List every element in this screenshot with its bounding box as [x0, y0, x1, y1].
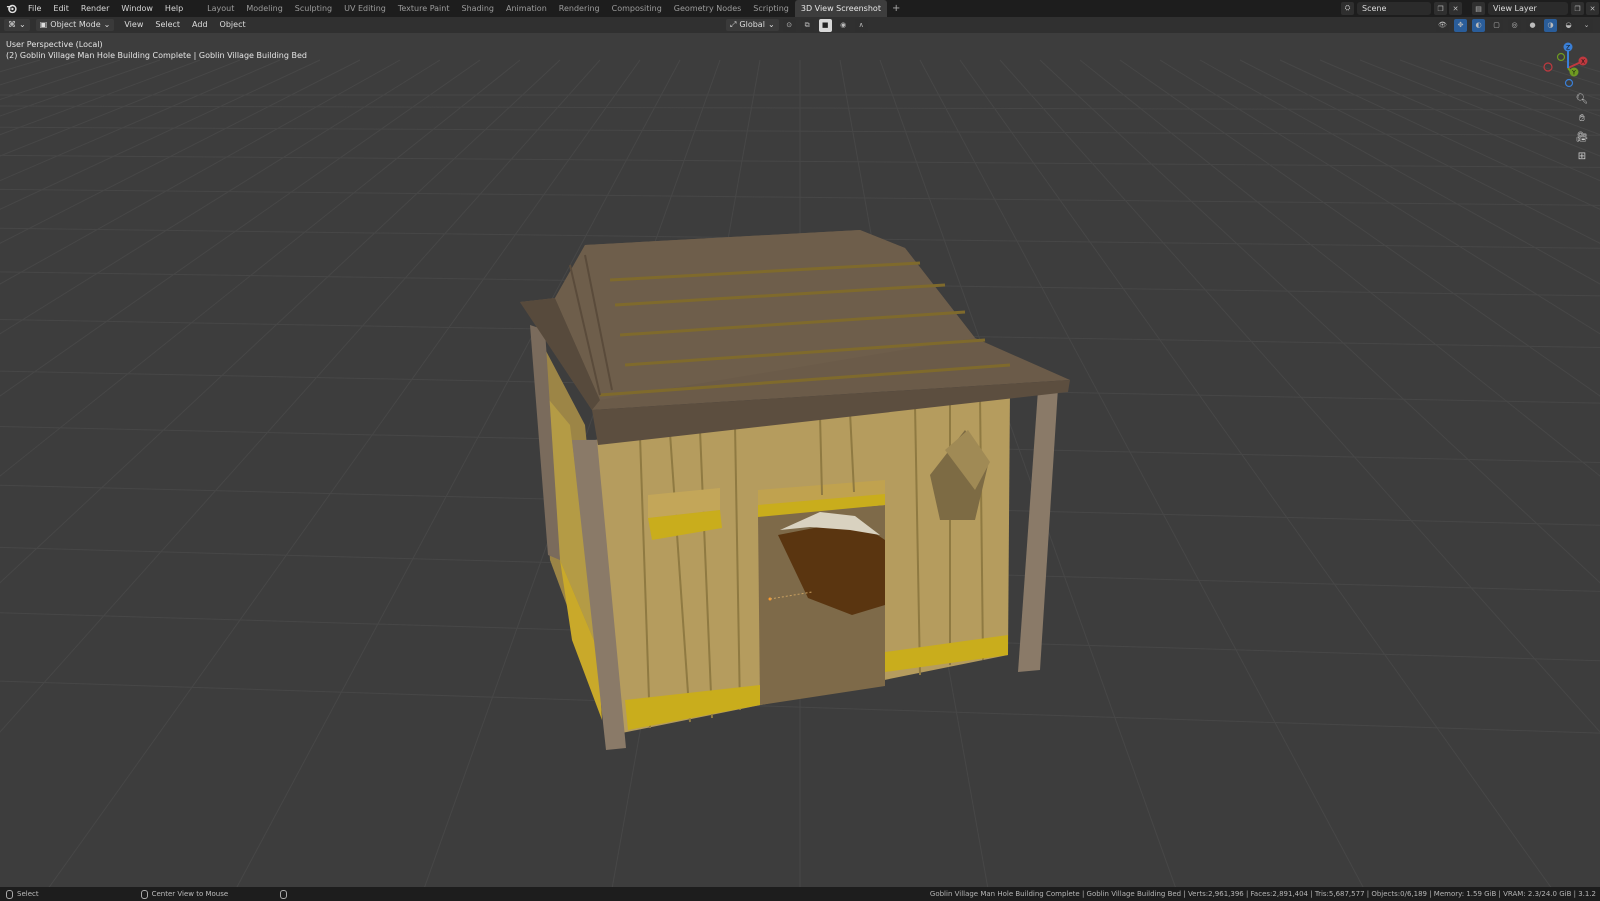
header-menu-add[interactable]: Add: [186, 17, 214, 33]
menu-edit[interactable]: Edit: [47, 0, 75, 17]
delete-view-layer-icon[interactable]: ✕: [1586, 2, 1599, 15]
hut-model[interactable]: [520, 230, 1070, 750]
chevron-down-icon: ⌄: [103, 20, 111, 29]
delete-scene-icon[interactable]: ✕: [1449, 2, 1462, 15]
header-menu-object[interactable]: Object: [214, 17, 252, 33]
shading-options-icon[interactable]: ⌄: [1580, 18, 1593, 32]
pivot-point-icon[interactable]: ⊙: [782, 18, 796, 32]
tab-compositing[interactable]: Compositing: [606, 0, 668, 17]
solid-shading-icon[interactable]: ●: [1526, 18, 1539, 32]
tab-scripting[interactable]: Scripting: [747, 0, 795, 17]
menu-help[interactable]: Help: [159, 0, 189, 17]
y-axis-label: Y: [1571, 70, 1576, 77]
proportional-edit-icon[interactable]: ◉: [836, 18, 850, 32]
wireframe-shading-icon[interactable]: ◎: [1508, 18, 1521, 32]
orientation-icon: ⤢: [730, 20, 737, 29]
header-menu-view[interactable]: View: [118, 17, 149, 33]
view-layer-icon[interactable]: ▤: [1472, 2, 1485, 15]
tab-3d-view-screenshot[interactable]: 3D View Screenshot: [794, 0, 887, 17]
menu-file[interactable]: File: [22, 0, 47, 17]
object-mode-icon: ▣: [39, 20, 48, 29]
snap-icon[interactable]: ⧉: [800, 18, 814, 32]
visibility-icon[interactable]: 👁: [1436, 18, 1449, 32]
status-left-action: Select: [17, 890, 39, 898]
editor-type-icon: ⌘: [8, 20, 16, 29]
z-axis-label: Z: [1566, 45, 1570, 52]
header-menu-select[interactable]: Select: [149, 17, 186, 33]
right-mouse-icon: [280, 889, 288, 899]
viewport-info: User Perspective (Local) (2) Goblin Vill…: [6, 39, 307, 61]
camera-view-icon[interactable]: 🎥︎: [1574, 130, 1590, 145]
pan-hand-icon[interactable]: ✋︎: [1574, 111, 1590, 126]
editor-type-button[interactable]: ⌘ ⌄: [4, 19, 30, 31]
add-workspace-button[interactable]: +: [887, 3, 905, 14]
hut-post-front-right: [1018, 388, 1058, 672]
workspace-tabs: Layout Modeling Sculpting UV Editing Texture…: [201, 0, 887, 17]
menu-window[interactable]: Window: [115, 0, 159, 17]
mode-selector[interactable]: ▣ Object Mode ⌄: [35, 19, 115, 31]
blender-logo-icon[interactable]: [0, 0, 22, 17]
ortho-grid-icon[interactable]: ⊞: [1574, 149, 1590, 164]
top-bar: File Edit Render Window Help Layout Modeling S…: [0, 0, 1600, 17]
viewport-header: ⌘ ⌄ ▣ Object Mode ⌄ View Select Add Object ⤢…: [0, 17, 1600, 33]
falloff-icon[interactable]: ∧: [854, 18, 868, 32]
tab-rendering[interactable]: Rendering: [553, 0, 606, 17]
tab-animation[interactable]: Animation: [500, 0, 553, 17]
x-axis-label: X: [1581, 59, 1585, 66]
viewport-navigation: 🔍︎ ✋︎ 🎥︎ ⊞: [1574, 92, 1590, 164]
3d-viewport[interactable]: [0, 33, 1600, 887]
perspective-label: User Perspective (Local): [6, 40, 103, 49]
tab-geometry-nodes[interactable]: Geometry Nodes: [668, 0, 747, 17]
material-preview-icon[interactable]: ◑: [1544, 18, 1557, 32]
left-mouse-icon: [6, 889, 13, 899]
rendered-shading-icon[interactable]: ◒: [1562, 18, 1575, 32]
menu-render[interactable]: Render: [75, 0, 115, 17]
middle-mouse-icon: [140, 889, 148, 899]
chevron-down-icon: ⌄: [19, 20, 26, 29]
new-view-layer-icon[interactable]: ❐: [1571, 2, 1584, 15]
viewport-scene: [0, 59, 1600, 887]
new-scene-icon[interactable]: ❐: [1434, 2, 1447, 15]
scene-statistics: Goblin Village Man Hole Building Complet…: [929, 890, 1596, 898]
mode-label: Object Mode: [50, 20, 101, 29]
zoom-icon[interactable]: 🔍︎: [1574, 92, 1590, 107]
transform-orientation-selector[interactable]: ⤢ Global ⌄: [726, 19, 779, 31]
tab-shading[interactable]: Shading: [455, 0, 500, 17]
status-bar: Select Center View to Mouse Goblin Villa…: [0, 887, 1600, 901]
snap-target-icon[interactable]: ■: [818, 18, 832, 32]
tab-sculpting[interactable]: Sculpting: [289, 0, 338, 17]
view-layer-field[interactable]: View Layer: [1488, 2, 1568, 15]
tab-texture-paint[interactable]: Texture Paint: [392, 0, 456, 17]
gizmo-toggle-icon[interactable]: ✥: [1454, 18, 1467, 32]
active-object-label: (2) Goblin Village Man Hole Building Com…: [6, 51, 307, 60]
status-middle-action: Center View to Mouse: [151, 890, 229, 898]
tab-uv-editing[interactable]: UV Editing: [338, 0, 392, 17]
tab-layout[interactable]: Layout: [201, 0, 240, 17]
xray-toggle-icon[interactable]: ▢: [1490, 18, 1503, 32]
scene-name-field[interactable]: Scene: [1357, 2, 1431, 15]
chevron-down-icon: ⌄: [767, 20, 775, 29]
tab-modeling[interactable]: Modeling: [240, 0, 288, 17]
navigation-gizmo[interactable]: Z X Y: [1540, 40, 1592, 92]
scene-selector-icon[interactable]: ⛭: [1341, 2, 1354, 15]
orientation-label: Global: [739, 20, 765, 29]
overlays-toggle-icon[interactable]: ◐: [1472, 18, 1485, 32]
